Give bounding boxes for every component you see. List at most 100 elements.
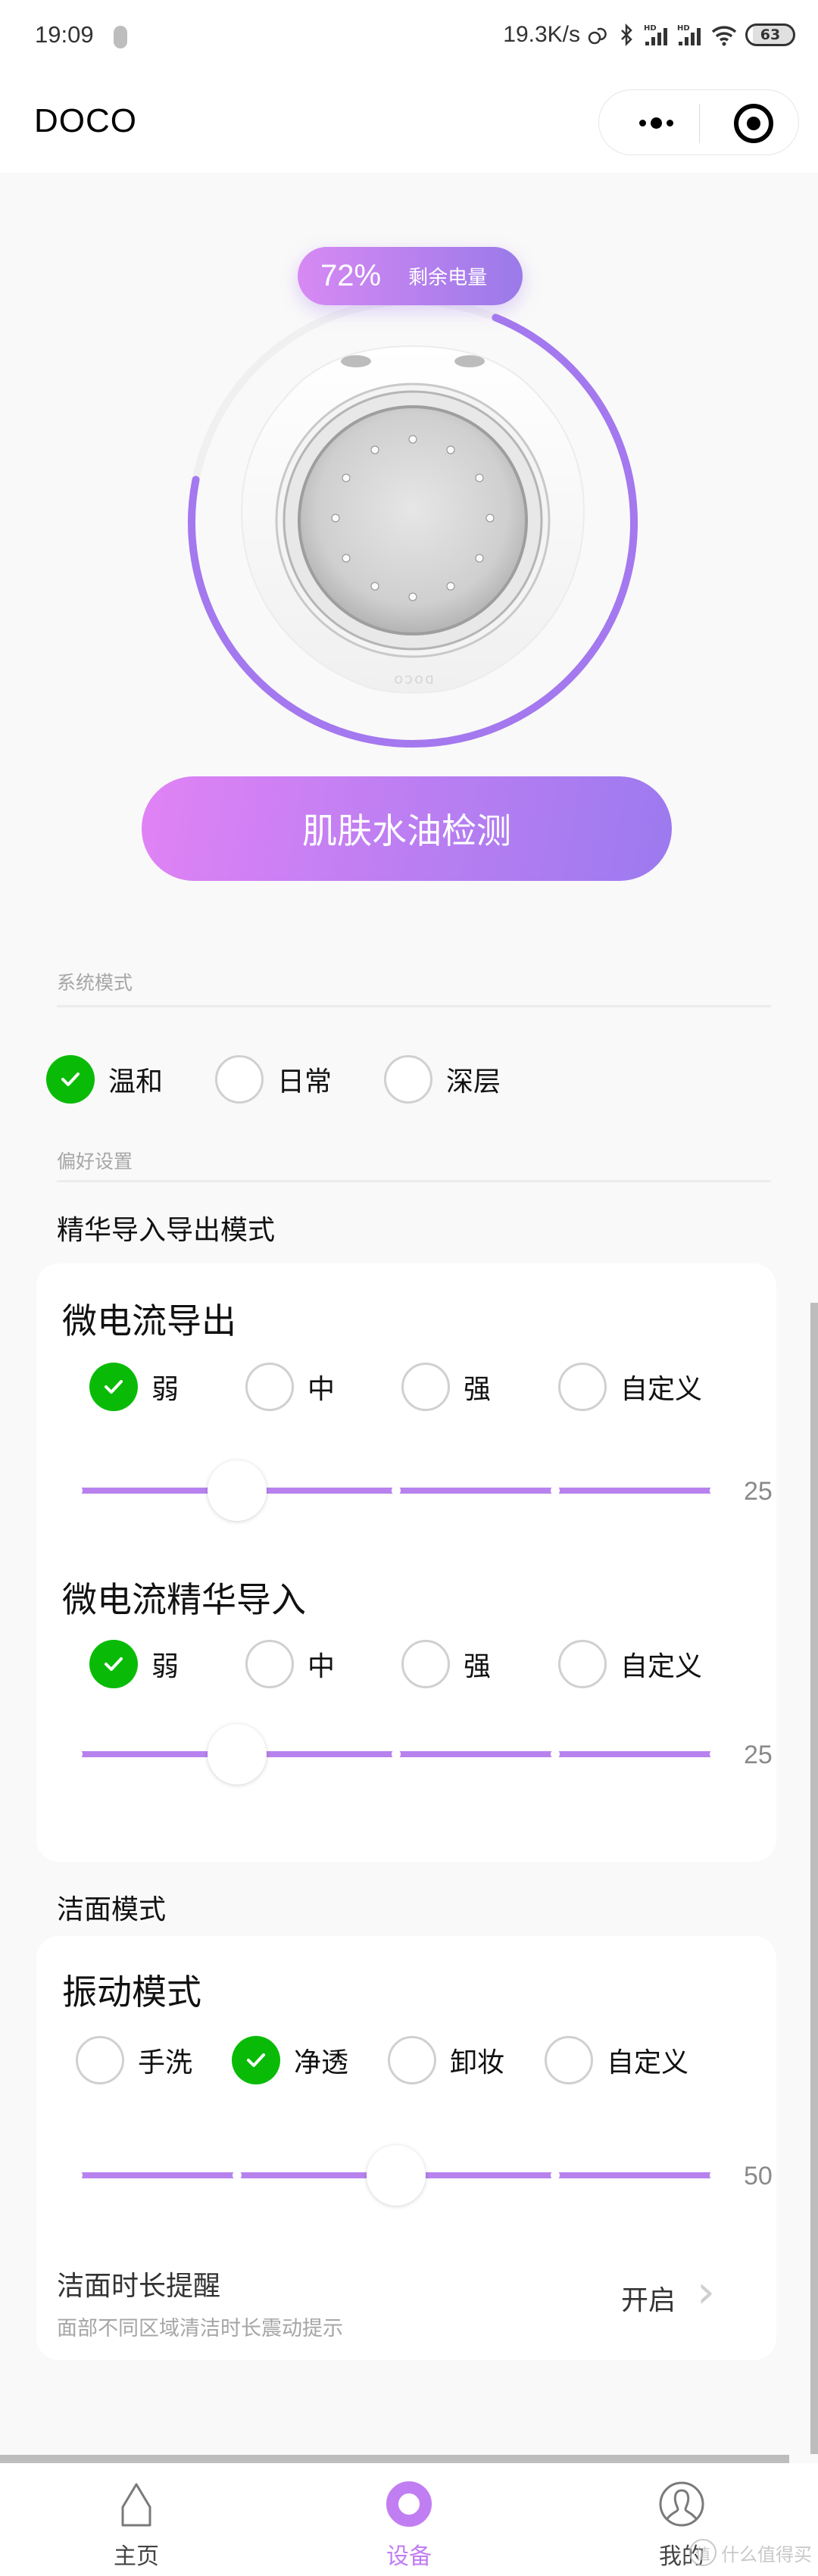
import-slider-value: 25 (744, 1741, 773, 1769)
radio-import-weak[interactable]: 弱 (89, 1640, 179, 1688)
battery-label: 剩余电量 (408, 267, 488, 289)
radio-label: 卸妆 (450, 2047, 505, 2078)
system-mode-label: 系统模式 (57, 972, 133, 994)
battery-pill: 72% 剩余电量 (298, 247, 523, 305)
horizontal-scrollbar[interactable] (0, 2455, 789, 2463)
reminder-state: 开启 (621, 2285, 676, 2316)
radio-circle (245, 1363, 294, 1411)
watermark-badge: 值 (689, 2539, 717, 2566)
device-logo: DOCO (392, 673, 434, 685)
radio-label: 深层 (446, 1066, 501, 1098)
preferences-label: 偏好设置 (57, 1151, 133, 1172)
radio-vibration-makeup-removal[interactable]: 卸妆 (388, 2036, 504, 2084)
radio-output-weak[interactable]: 弱 (89, 1363, 179, 1411)
output-slider-value: 25 (744, 1477, 773, 1506)
tab-home[interactable]: 主页 (61, 2463, 212, 2576)
home-icon (121, 2483, 151, 2527)
slider-thumb[interactable] (208, 1724, 267, 1784)
slider-tick (551, 2171, 560, 2180)
radio-vibration-handwash[interactable]: 手洗 (76, 2036, 192, 2084)
cleansing-mode-heading: 洁面模式 (57, 1894, 167, 1925)
import-card-title: 微电流精华导入 (62, 1579, 306, 1620)
radio-circle (89, 1363, 138, 1411)
capsule-divider (699, 104, 700, 143)
tab-device[interactable]: 设备 (333, 2463, 485, 2576)
radio-import-custom[interactable]: 自定义 (558, 1640, 702, 1688)
app-title: DOCO (34, 102, 137, 139)
user-icon (659, 2481, 704, 2527)
battery-indicator: 63 (745, 23, 795, 46)
radio-circle (89, 1640, 138, 1688)
system-mode-divider (57, 1005, 771, 1007)
vertical-scrollbar[interactable] (810, 1303, 818, 2454)
radio-label: 自定义 (620, 1651, 703, 1682)
more-button[interactable] (626, 105, 686, 140)
radio-circle (384, 1055, 432, 1104)
radio-circle (215, 1055, 264, 1104)
radio-import-strong[interactable]: 强 (401, 1640, 491, 1688)
slider-tick (710, 1750, 719, 1759)
vibration-card-title: 振动模式 (62, 1972, 201, 2012)
more-dots-icon-center (650, 117, 662, 129)
mic-indicator-icon (114, 26, 127, 48)
target-circle-icon (747, 117, 760, 130)
radio-system-mode-daily[interactable]: 日常 (215, 1055, 332, 1104)
hd-signal-icon: HD (677, 24, 701, 45)
reminder-subtitle: 面部不同区域清洁时长震动提示 (57, 2317, 343, 2340)
output-card-title: 微电流导出 (62, 1300, 236, 1341)
radio-vibration-deep-clean[interactable]: 净透 (232, 2036, 348, 2084)
radio-system-mode-gentle[interactable]: 温和 (46, 1055, 163, 1104)
radio-output-custom[interactable]: 自定义 (558, 1363, 702, 1411)
radio-circle (46, 1055, 95, 1104)
radio-label: 自定义 (607, 2047, 689, 2078)
watermark: 值 什么值得买 (689, 2539, 812, 2566)
slider-tick (551, 1750, 560, 1759)
cleansing-reminder-row[interactable]: 洁面时长提醒 面部不同区域清洁时长震动提示 开启 › (36, 2253, 776, 2344)
checkmark-icon (105, 1657, 123, 1671)
checkmark-icon (61, 1073, 80, 1086)
chevron-right-icon: › (697, 2265, 715, 2318)
slider-tick (73, 1486, 83, 1495)
close-button[interactable] (734, 104, 773, 143)
skin-detect-button[interactable]: 肌肤水油检测 (142, 776, 672, 881)
watermark-text: 什么值得买 (721, 2543, 812, 2565)
nav-header: DOCO (0, 68, 818, 173)
slider-tick (710, 2171, 719, 2180)
slider-thumb[interactable] (367, 2145, 426, 2206)
radio-label: 强 (464, 1374, 492, 1405)
radio-circle (558, 1640, 607, 1688)
radio-vibration-custom[interactable]: 自定义 (545, 2036, 688, 2084)
radio-output-medium[interactable]: 中 (245, 1363, 335, 1411)
network-speed: 19.3K/s (503, 22, 580, 47)
slider-thumb[interactable] (208, 1460, 267, 1521)
radio-circle (388, 2036, 436, 2084)
slider-tick (392, 1750, 401, 1759)
import-intensity-slider[interactable] (73, 1724, 719, 1784)
vibration-intensity-slider[interactable] (73, 2145, 719, 2206)
tab-label: 设备 (386, 2543, 432, 2570)
tab-label: 主页 (114, 2543, 159, 2570)
radio-label: 自定义 (620, 1374, 703, 1405)
checkmark-icon (105, 1380, 123, 1394)
slider-tick (551, 1486, 560, 1495)
radio-system-mode-deep[interactable]: 深层 (384, 1055, 501, 1104)
hd-signal-icon: HD (644, 24, 667, 45)
slider-tick (73, 2171, 83, 2180)
slider-tick (233, 2171, 242, 2180)
slider-tick (710, 1486, 719, 1495)
status-icons: 19.3K/s HD HD 63 (503, 20, 795, 50)
radio-output-strong[interactable]: 强 (401, 1363, 491, 1411)
radio-label: 手洗 (138, 2047, 193, 2078)
radio-label: 中 (308, 1651, 336, 1682)
checkmark-icon (247, 2053, 265, 2067)
slider-tick (73, 1750, 83, 1759)
output-intensity-slider[interactable] (73, 1460, 719, 1521)
wifi-icon (711, 26, 737, 46)
radio-circle (232, 2036, 280, 2084)
svg-text:HD: HD (644, 24, 657, 33)
radio-label: 净透 (294, 2047, 349, 2078)
radio-label: 日常 (277, 1066, 333, 1098)
radio-import-medium[interactable]: 中 (245, 1640, 335, 1688)
mini-program-capsule (598, 89, 799, 155)
radio-label: 弱 (151, 1374, 180, 1405)
